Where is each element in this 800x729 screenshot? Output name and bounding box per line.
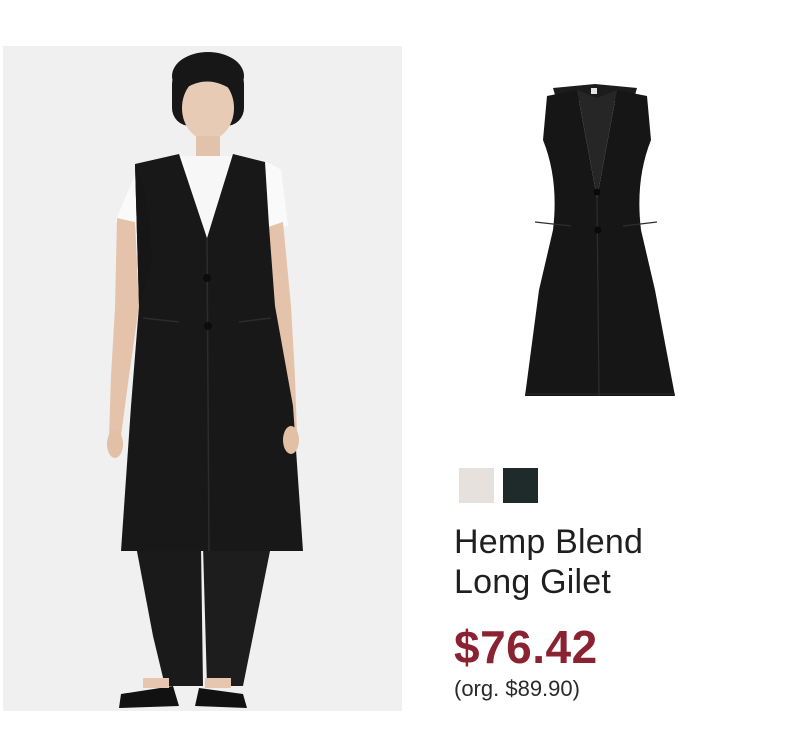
product-name-line2: Long Gilet bbox=[454, 563, 611, 601]
product-name-line1: Hemp Blend bbox=[454, 523, 644, 561]
product-name[interactable]: Hemp Blend Long Gilet bbox=[454, 522, 784, 602]
gilet-product-photo[interactable] bbox=[505, 80, 685, 410]
color-swatches bbox=[459, 468, 538, 503]
model-photo[interactable] bbox=[3, 46, 402, 711]
sale-price: $76.42 bbox=[454, 621, 598, 673]
swatch-ivory[interactable] bbox=[459, 468, 494, 503]
original-price: (org. $89.90) bbox=[454, 676, 580, 701]
swatch-dark-green[interactable] bbox=[503, 468, 538, 503]
